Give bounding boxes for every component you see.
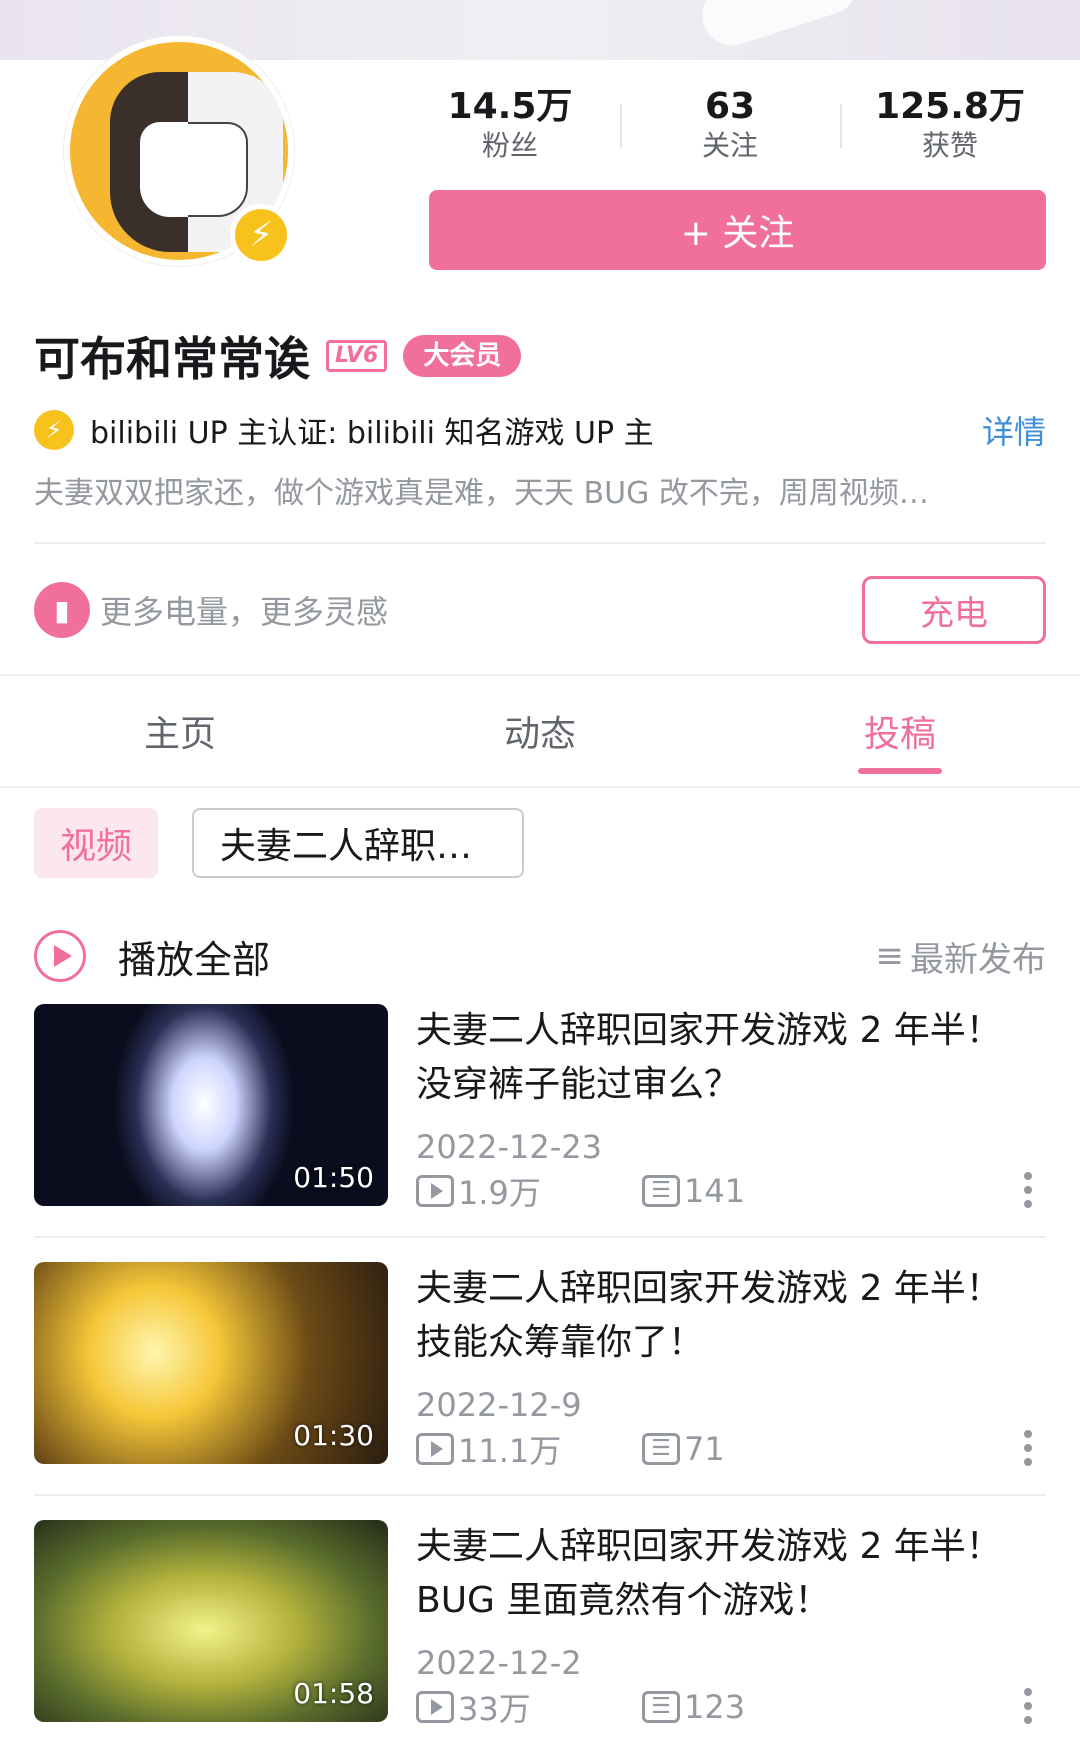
video-meta: 1.9万 ☰ 141: [416, 1168, 745, 1214]
divider: [0, 786, 1080, 788]
play-count-icon: [416, 1691, 454, 1723]
video-meta: 33万 ☰ 123: [416, 1684, 745, 1730]
video-comments: ☰ 71: [642, 1430, 725, 1468]
lightning-icon: ⚡: [230, 204, 292, 266]
level-badge: LV6: [326, 340, 388, 372]
tab-home[interactable]: 主页: [0, 676, 360, 786]
divider: [34, 1236, 1046, 1238]
view-count: 11.1万: [458, 1432, 562, 1470]
video-duration: 01:58: [293, 1677, 374, 1710]
vip-badge[interactable]: 大会员: [403, 335, 522, 377]
battery-icon: ▮: [34, 582, 90, 638]
comment-count: 141: [684, 1172, 746, 1210]
video-duration: 01:50: [293, 1161, 374, 1194]
more-options-icon[interactable]: [1024, 1688, 1034, 1724]
view-count: 33万: [458, 1690, 531, 1728]
filter-chips: 视频 夫妻二人辞职…: [34, 808, 525, 878]
play-count-icon: [416, 1433, 454, 1465]
follow-button[interactable]: + 关注: [429, 190, 1046, 270]
video-duration: 01:30: [293, 1419, 374, 1452]
stat-following[interactable]: 63 关注: [620, 86, 840, 166]
avatar[interactable]: ⚡: [64, 36, 294, 266]
chip-series[interactable]: 夫妻二人辞职…: [192, 808, 525, 878]
video-comments: ☰ 141: [642, 1172, 745, 1210]
sort-button[interactable]: ≡ 最新发布: [876, 932, 1047, 981]
video-comments: ☰ 123: [642, 1688, 745, 1726]
more-options-icon[interactable]: [1024, 1172, 1034, 1208]
sort-label: 最新发布: [910, 939, 1046, 980]
video-views: 11.1万: [416, 1426, 642, 1472]
stats-bar: 14.5万 粉丝 63 关注 125.8万 获赞: [400, 86, 1060, 166]
certification-row: ⚡ bilibili UP 主认证: bilibili 知名游戏 UP 主 详情: [34, 406, 1046, 454]
bio[interactable]: 夫妻双双把家还，做个游戏真是难，天天 BUG 改不完，周周视频…: [34, 470, 1046, 518]
video-title[interactable]: 夫妻二人辞职回家开发游戏 2 年半！技能众筹靠你了！: [416, 1262, 1006, 1370]
comment-count: 123: [684, 1688, 746, 1726]
stat-followers[interactable]: 14.5万 粉丝: [400, 86, 620, 166]
stat-label: 粉丝: [481, 129, 538, 162]
stat-value: 63: [704, 86, 756, 127]
user-name: 可布和常常诶: [34, 332, 310, 386]
more-options-icon[interactable]: [1024, 1430, 1034, 1466]
follow-label: + 关注: [680, 213, 795, 254]
charge-row: ▮ 更多电量，更多灵感 充电: [34, 576, 1046, 644]
view-count: 1.9万: [458, 1174, 541, 1212]
play-all-button[interactable]: 播放全部: [118, 929, 876, 984]
chip-video[interactable]: 视频: [34, 808, 159, 878]
charge-text: 更多电量，更多灵感: [100, 593, 389, 631]
stat-value: 14.5万: [447, 86, 573, 127]
video-title[interactable]: 夫妻二人辞职回家开发游戏 2 年半！BUG 里面竟然有个游戏！: [416, 1520, 1006, 1628]
play-count-icon: [416, 1175, 454, 1207]
stat-label: 关注: [701, 129, 758, 162]
video-meta: 11.1万 ☰ 71: [416, 1426, 725, 1472]
charge-button[interactable]: 充电: [862, 576, 1046, 644]
play-circle-icon[interactable]: [34, 930, 86, 982]
video-date: 2022-12-2: [416, 1644, 582, 1682]
divider: [34, 1494, 1046, 1496]
list-icon: ≡: [875, 936, 905, 976]
tab-uploads[interactable]: 投稿: [720, 676, 1080, 786]
comment-count: 71: [684, 1430, 725, 1468]
name-row: 可布和常常诶 LV6 大会员: [34, 326, 522, 386]
stat-label: 获赞: [921, 129, 978, 162]
video-item[interactable]: 01:50 夫妻二人辞职回家开发游戏 2 年半！没穿裤子能过审么？ 2022-1…: [34, 1004, 1046, 1212]
stat-likes[interactable]: 125.8万 获赞: [840, 86, 1060, 166]
video-thumbnail[interactable]: 01:58: [34, 1520, 388, 1722]
video-thumbnail[interactable]: 01:30: [34, 1262, 388, 1464]
certification-text: bilibili UP 主认证: bilibili 知名游戏 UP 主: [90, 416, 654, 451]
detail-link[interactable]: 详情: [982, 407, 1046, 453]
video-views: 1.9万: [416, 1168, 642, 1214]
video-item[interactable]: 01:58 夫妻二人辞职回家开发游戏 2 年半！BUG 里面竟然有个游戏！ 20…: [34, 1520, 1046, 1728]
profile-tabs: 主页 动态 投稿: [0, 676, 1080, 786]
video-thumbnail[interactable]: 01:50: [34, 1004, 388, 1206]
comment-icon: ☰: [642, 1691, 680, 1723]
video-views: 33万: [416, 1684, 642, 1730]
video-item[interactable]: 01:30 夫妻二人辞职回家开发游戏 2 年半！技能众筹靠你了！ 2022-12…: [34, 1262, 1046, 1470]
tab-dynamic[interactable]: 动态: [360, 676, 720, 786]
stat-value: 125.8万: [875, 86, 1025, 127]
list-header: 播放全部 ≡ 最新发布: [34, 926, 1046, 986]
certified-lightning-icon: ⚡: [34, 410, 74, 450]
video-date: 2022-12-23: [416, 1128, 602, 1166]
divider: [34, 542, 1046, 544]
video-title[interactable]: 夫妻二人辞职回家开发游戏 2 年半！没穿裤子能过审么？: [416, 1004, 1006, 1112]
video-date: 2022-12-9: [416, 1386, 582, 1424]
comment-icon: ☰: [642, 1175, 680, 1207]
comment-icon: ☰: [642, 1433, 680, 1465]
